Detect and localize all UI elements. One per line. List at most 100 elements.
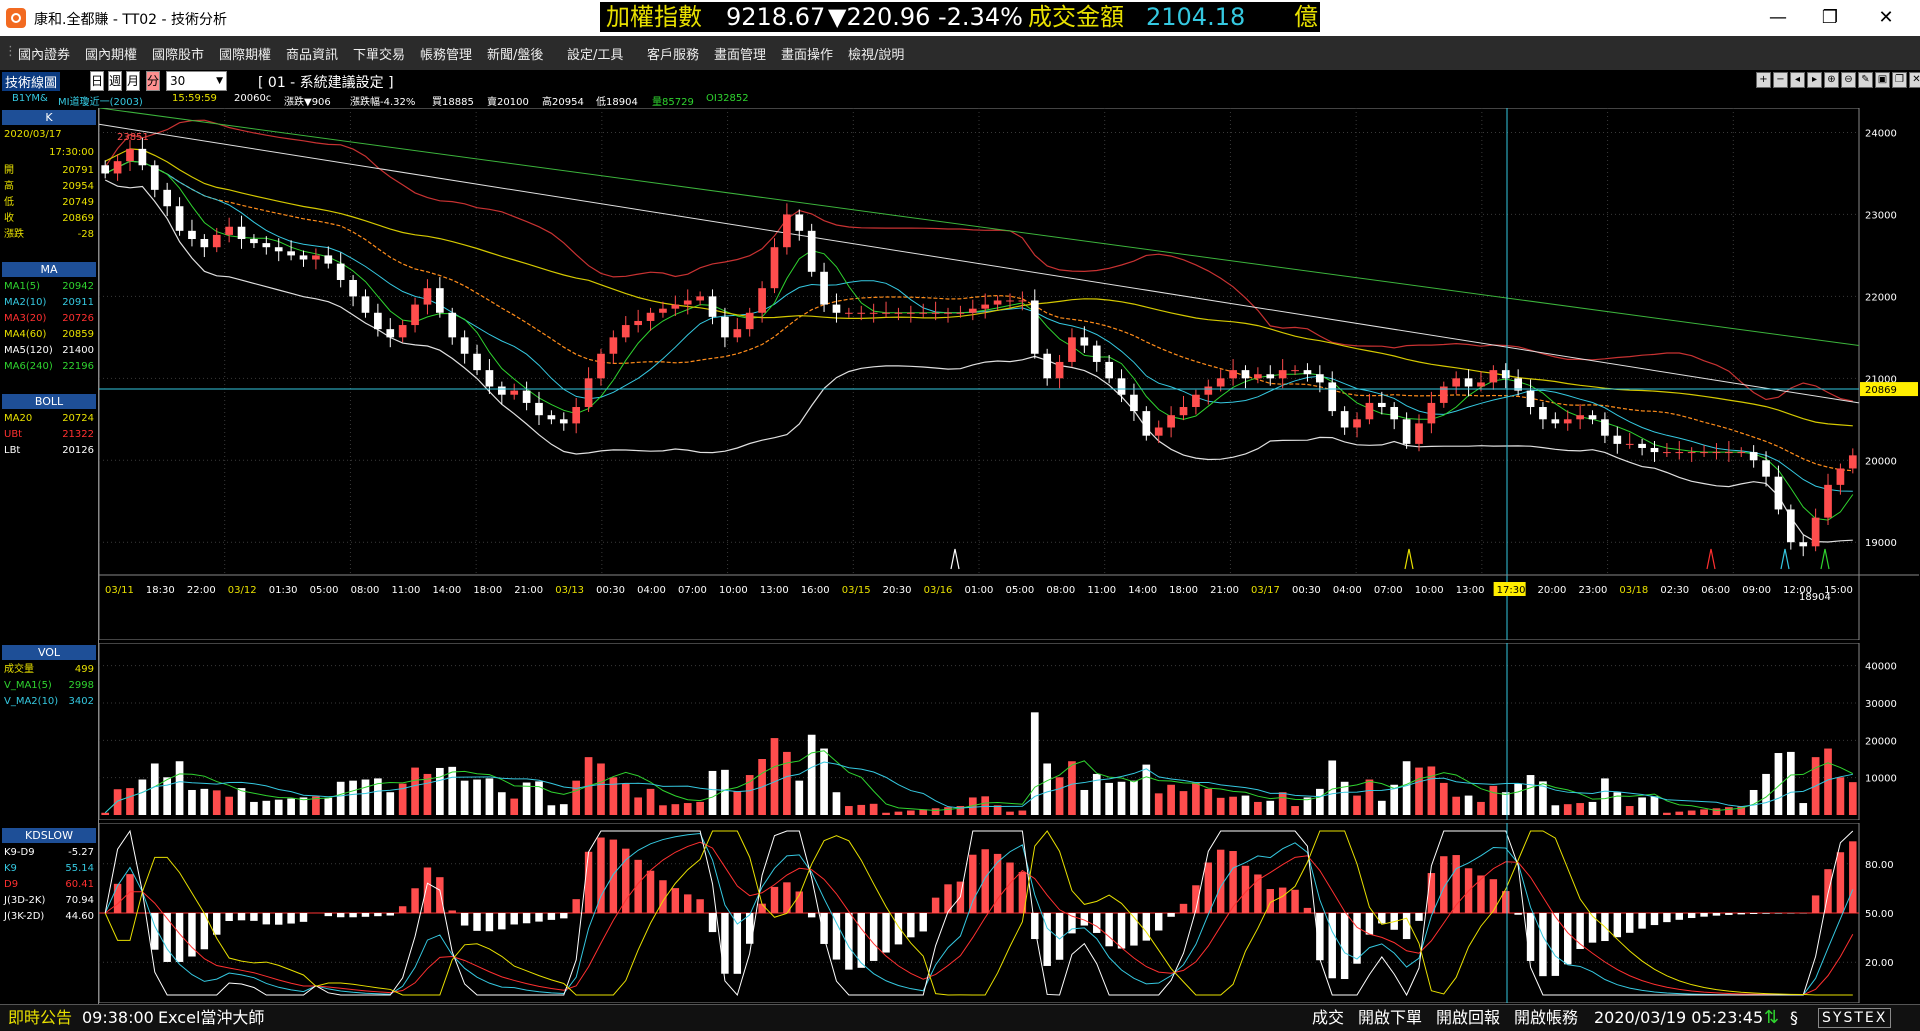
volume-bar [1675,812,1683,815]
menu-item-7[interactable]: 新聞/盤後 [487,44,543,63]
volume-bar [560,804,568,815]
kd-diff-bar [349,913,356,917]
ma-row: MA5(120)21400 [2,343,96,358]
info-change: 漲跌▼906 [284,93,331,108]
kd-diff-bar [1366,913,1373,935]
ma-row: MA1(5)20942 [2,279,96,294]
toolbar-close-icon[interactable]: ✕ [1909,72,1920,88]
period-minute[interactable]: 分 [146,71,160,91]
k-value: 20791 [62,163,94,178]
menu-item-2[interactable]: 國際股市 [152,44,204,63]
menu-item-11[interactable]: 畫面操作 [781,44,833,63]
volume-bar [1180,791,1188,815]
volume-bar [1403,761,1411,815]
kd-diff-bar [1638,913,1645,929]
kd-diff-bar [114,884,121,913]
kd-diff-bar [374,913,381,916]
menu-item-3[interactable]: 國際期權 [219,44,271,63]
open-order-button[interactable]: 開啟下單 [1358,1005,1422,1031]
toolbar-minus-icon[interactable]: − [1773,72,1788,88]
kd-label: K9-D9 [4,845,35,860]
volume-chart[interactable]: 40000300002000010000 [99,643,1920,820]
volume-bar [1142,765,1150,815]
time-axis-label: 05:00 [1005,585,1034,596]
menu-item-12[interactable]: 檢視/說明 [848,44,904,63]
open-report-button[interactable]: 開啟回報 [1436,1005,1500,1031]
kd-diff-bar [1118,913,1125,949]
kd-diff-bar [337,913,344,917]
setting-label[interactable]: [ 01 - 系統建議設定 ] [258,72,394,92]
interval-select[interactable]: 30▼ [166,71,227,91]
ma-value: 21400 [62,343,94,358]
kd-row: D960.41 [2,877,96,892]
toolbar-restore-icon[interactable]: ❐ [1892,72,1907,88]
k-label: 開 [4,163,14,178]
kd-chart[interactable]: 80.0050.0020.00 [99,823,1920,1003]
kd-diff-bar [610,840,617,913]
ma-value: 20942 [62,279,94,294]
volume-bar [411,768,419,815]
volume-bar [647,789,655,815]
menu-item-8[interactable]: 設定/工具 [567,44,623,63]
menu-item-0[interactable]: 國內證券 [18,44,70,63]
menu-item-5[interactable]: 下單交易 [353,44,405,63]
kd-value: 55.14 [65,861,94,876]
boll-row: LBt20126 [2,443,96,458]
close-icon[interactable]: ✕ [1866,4,1906,32]
price-chart[interactable]: 2400023000220002100020000190002086923851… [99,108,1920,640]
announce-message[interactable]: Excel當沖大師 [158,1005,264,1031]
kd-diff-bar [1849,841,1856,913]
period-week[interactable]: 週 [108,71,122,91]
volume-bar [262,801,270,815]
volume-bar [721,770,729,815]
period-month[interactable]: 月 [126,71,140,91]
volume-bar [101,813,109,815]
trade-button[interactable]: 成交 [1312,1005,1344,1031]
time-axis-label: 18:00 [1169,585,1198,596]
volume-bar [1378,801,1386,815]
time-axis-label: 11:00 [1087,585,1116,596]
time-axis-label: 22:00 [187,585,216,596]
volume-bar [572,781,580,815]
menu-item-9[interactable]: 客戶服務 [647,44,699,63]
kd-diff-bar [126,874,133,913]
period-day[interactable]: 日 [90,71,104,91]
toolbar-plus-icon[interactable]: + [1756,72,1771,88]
kd-diff-bar [1750,913,1757,914]
toolbar-fullscreen-icon[interactable]: ▣ [1875,72,1890,88]
announce-label[interactable]: 即時公告 [8,1005,72,1031]
vol-panel-title: VOL [2,645,96,660]
toolbar-edit-icon[interactable]: ✎ [1858,72,1873,88]
price-axis-label: 20000 [1865,456,1897,467]
time-axis-label: 02:30 [1660,585,1689,596]
menu-item-10[interactable]: 畫面管理 [714,44,766,63]
menu-item-1[interactable]: 國內期權 [85,44,137,63]
open-account-button[interactable]: 開啟帳務 [1514,1005,1578,1031]
volume-bar [895,812,903,815]
time-axis-label: 07:00 [678,585,707,596]
volume-bar [1242,796,1250,815]
volume-bar [1006,812,1014,815]
maximize-icon[interactable]: ❐ [1810,4,1850,32]
boll-value: 21322 [62,427,94,442]
connection-arrows-icon: ⇅ [1764,1005,1779,1031]
settings-icon[interactable]: § [1790,1005,1798,1031]
kd-value: 44.60 [65,909,94,924]
menu-item-4[interactable]: 商品資訊 [286,44,338,63]
toolbar-zoom-out-icon[interactable]: ⊖ [1841,72,1856,88]
toolbar-zoom-in-icon[interactable]: ⊕ [1824,72,1839,88]
boll-label: UBt [4,427,22,442]
kd-diff-bar [1428,873,1435,913]
kd-diff-bar [1093,913,1100,933]
toolbar-left-icon[interactable]: ◂ [1790,72,1805,88]
toolbar-right-icon[interactable]: ▸ [1807,72,1822,88]
volume-bar [932,808,940,815]
kd-label: J(3D-2K) [4,893,45,908]
kd-diff-bar [510,913,517,924]
volume-bar [1465,796,1473,815]
volume-bar [548,805,556,815]
kd-diff-bar [1490,879,1497,913]
minimize-icon[interactable]: — [1758,4,1798,32]
volume-bar [1477,802,1485,815]
menu-item-6[interactable]: 帳務管理 [420,44,472,63]
